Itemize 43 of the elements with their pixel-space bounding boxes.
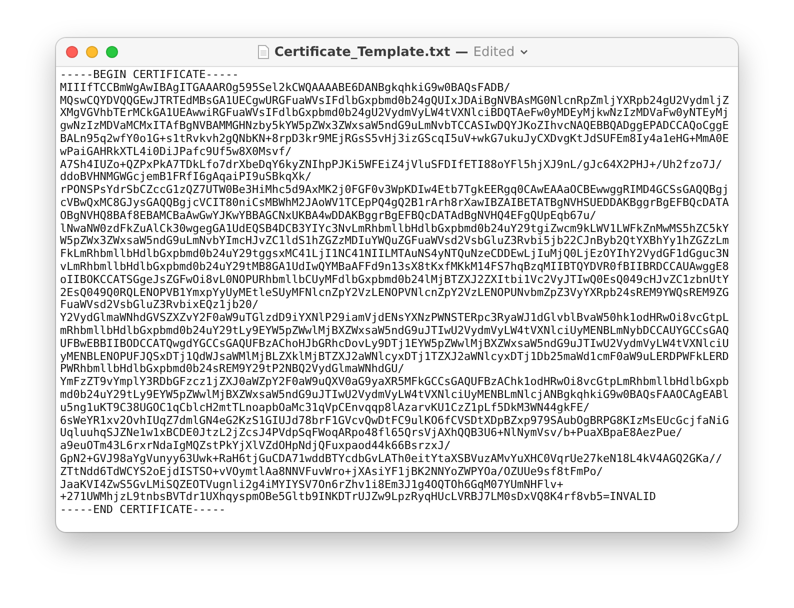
text-line: 2EsQ049Q0RQLENOPVB1YmxpYyUyMEtleSUyMFNlcnZpY2VzLENOPVNlcnZpY2VzLENOPUNvbmZpZ3VyYXRpb24sREM9YWQsREM9ZG [60, 286, 730, 300]
document-icon [258, 45, 270, 59]
text-line: +271UWMhjzL9tnbsBVTdr1UXhqyspmOBe5Gltb9INKDTrUJZw9LpzRyqHUcLVRBJ7LM0sDxVQ8K4rf8vb5=INVALID [60, 491, 658, 504]
text-line: GpN2+GVJ98aYgVunyy63Uwk+RaH6tjGuCDA71wddBTYcdbGvLATh0eitYtaXSBVuzAMvYuXHC0VqrUe27keN18L4kV4AGQ2GKa// [60, 452, 724, 466]
text-line: MIIIfTCCBmWgAwIBAgITGAAAROg595Sel2kCWQAAAABE6DANBgkqhkiG9w0BAQsFADB/ [60, 82, 512, 95]
zoom-button[interactable] [106, 46, 118, 58]
text-line: 6sWeYR1xv2OvhIUqZ7dmlGN4eG2KzS1GIUJd78brF1GVcvQwDtFC9ulKO6fCVSDtXDpBZxp979SAubOgBRPG8KIzMsEUcGcjfaNiG [60, 414, 730, 428]
text-line: gwNzIzMDVaMCMxITAfBgNVBAMMGHNzby5kYW5pZWx3ZWxsaW5ndG9uLmNvbTCCASIwDQYJKoZIhvcNAQEBBQADggEPADCCAQoCggE [60, 120, 730, 133]
minimize-button[interactable] [86, 46, 98, 58]
edited-status[interactable]: Edited [473, 44, 515, 60]
window-title: Certificate_Template.txt [274, 44, 450, 60]
text-line: -----BEGIN CERTIFICATE----- [60, 69, 240, 82]
text-line: YmFzZT9vYmplY3RDbGFzcz1jZXJ0aWZpY2F0aW9uQXV0aG9yaXR5MFkGCCsGAQUFBzAChk1odHRwOi8vcGtpLmRhbmllbHdlbGxpb [60, 376, 730, 389]
text-line: JaaKVI4ZwS5GvLMiSQZEOTVugnli2g4iMYIYSV7On6rZhv1i8Em3J1g4OQTOh6GqM07YUmNHFlv+ [60, 478, 564, 492]
text-line: UqluuhqSJZNe1w1xBCDE0JtzL2jZcsJ4PVdpSqFWoqARpo48fl65QrsVjAXhQQB3U6+NlNymVsv/b+PuaXBpaE8AezPue/ [60, 427, 683, 440]
text-line: FuaWVsd2VsbGluZ3RvbixEQz1jb20/ [60, 299, 259, 312]
text-line: BALn95q2wfY0o1G+s1tRvkvh2gQNbKN+8rpD3kr9MEjRGsS5vHj3izGScqI5uV+wkG7ukuJyCXDvgKtJdSUFEm8Iy4a1eHG+MmA0E [60, 132, 730, 146]
text-line: rPONSPsYdrSbCZccG1zQZ7UTW0Be3HiMhc5d9AxMK2j0FGF0v3WpKDIw4Etb7TgkEERgq0CAwEAAaOCBEwwggRIMD4GCSsGAQQBgj [60, 184, 730, 197]
text-line: a9euOTm43L6rxrNdaIgMQZstPkYjXlVZdOHpNdjQFuxpaod44k66BsrzxJ/ [60, 440, 452, 453]
text-line: A7Sh4IUZo+QZPxPkA7TDkLfo7drXbeDqY6kyZNIhpPJKi5WFEiZ4jVluSFDIfETI88oYFl5hjXJ9nL/gJc64X2PHJ+/Uh2fzo7J/ [60, 158, 724, 172]
title-separator: — [455, 44, 468, 60]
text-line: wPaiGAHRkXTL4i0DiJPafc9Uf5w8X0Msvf/ [60, 146, 293, 159]
text-line: OBgNVHQ8BAf8EBAMCBaAwGwYJKwYBBAGCNxUKBA4wDDAKBggrBgEFBQcDATAdBgNVHQ4EFgQUpEqb67u/ [60, 210, 598, 223]
text-line: vLmRhbmllbHdlbGxpbmd0b24uY29tMB8GA1UdIwQYMBaAFFd9n13sX8tKxfMKkM14FS7hqBzqMIIBTQYDVR0fBIIBRDCCAUAwggE8 [60, 260, 730, 274]
text-line: W5pZWx3ZWxsaW5ndG9uLmNvbYImcHJvZC1ldS1hZGZzMDIuYWQuZGFuaWVsd2VsbGluZ3Rvbi5jb22CJnByb2QtYXBhYy1hZGZzLm [60, 235, 730, 248]
text-line: u5ng1uKT9C38UGOC1qCblcH2mtTLnoapbOaMc31qVpCEnvqqp8lAzarvKU1CzZ1pLf5DkM3WN44gkFE/ [60, 402, 591, 415]
text-line: Y2VydGlmaWNhdGVSZXZvY2F0aW9uTGlzdD9iYXNlP29iamVjdENsYXNzPWNSTERpc3RyaWJ1dGlvblBvaW50hk1odHRwOi8vcGtpL [60, 312, 730, 325]
text-line: MQswCQYDVQQGEwJTRTEdMBsGA1UECgwURGFuaWVsIFdlbGxpbmd0b24gQUIxJDAiBgNVBAsMG0NlcnRpZmljYXRpb24gU2VydmljZ [60, 94, 730, 108]
text-line: oIIBOKCCATSGgeJsZGFwOi8vL0NOPURhbmllbCUyMFdlbGxpbmd0b24lMjBTZXJ2ZXItbi1Vc2VyJTIwQ0EsQ049cHJvZC1zbnUtY [60, 274, 730, 287]
text-line: -----END CERTIFICATE----- [60, 504, 227, 517]
text-line: lNwaNW0zdFkZuAlCk30wgegGA1UdEQSB4DCB3YIYc3NvLmRhbmllbHdlbGxpbmd0b24uY29tgiZwcm9kLWV1LWFkZnMwMS5hZC5kY [60, 222, 730, 236]
text-line: XMgVGVhbTErMCkGA1UEAwwiRGFuaWVsIFdlbGxpbmd0b24gU2VydmVyLW4tVXNlciBDQTAeFw0yMDEyMjkwNzIzMDVaFw0yNTEyMj [60, 107, 730, 120]
text-line: yMENBLENOPUFJQSxDTj1QdWJsaWMlMjBLZXklMjBTZXJ2aWNlcyxDTj1TZXJ2aWNlcyxDTj1Db25maWd1cmF0aW9uLERDPWFkLERD [60, 350, 730, 364]
text-line: UFBwEBBIIBODCCATQwgdYGCCsGAQUFBzAChoHJbGRhcDovLy9DTj1EYW5pZWwlMjBXZWxsaW5ndG9uJTIwU2VydmVyLW4tVXNlciU [60, 338, 730, 351]
chevron-icon[interactable] [520, 49, 528, 55]
text-line: mRhbmllbHdlbGxpbmd0b24uY29tLy9EYW5pZWwlMjBXZWxsaW5ndG9uJTIwU2VydmVyLW4tVXNlciUyMENBLmNybDCCAUYGCCsGAQ [60, 324, 730, 338]
text-line: PWRhbmllbHdlbGxpbmd0b24sREM9Y29tP2NBQ2VydGlmaWNhdGU/ [60, 363, 404, 376]
text-line: FkLmRhbmllbHdlbGxpbmd0b24uY29tggsxMC41LjI1NC41NIILMTAuNS4yNTQuNzeCDDEwLjIuMjQ0LjEzOYIhY2VydGF1dGguc3N [60, 248, 730, 261]
text-line: cVBwQxMC8GJysGAQQBgjcVCIT80niCsMBWhM2JAoWV1TCEpPQ4gQ2B1rArh8rXawIBZAIBETATBgNVHSUEDDAKBggrBgEFBQcDATA [60, 196, 730, 210]
text-line: ddoBVHNMGWGcjemB1FRfI6gAqaiPI9uSBkqXk/ [60, 171, 312, 184]
close-button[interactable] [66, 46, 78, 58]
text-line: md0b24uY29tLy9EYW5pZWwlMjBXZWxsaW5ndG9uJTIwU2VydmVyLW4tVXNlciUyMENBLmNlcjANBgkqhkiG9w0BAQsFAAOCAgEABl [60, 388, 730, 402]
text-line: ZTtNdd6TdWCYS2oEjdISTSO+vVOymtlAa8NNVFuvWro+jXAsiYF1jBK2NNYoZWPYOa/OZUUe9sf8tFmPo/ [60, 466, 604, 478]
